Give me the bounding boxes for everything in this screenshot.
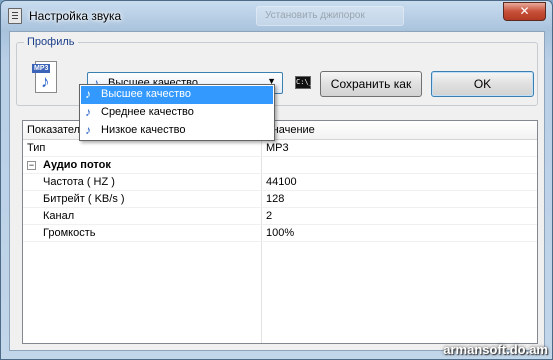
ok-button[interactable]: OK xyxy=(431,71,534,97)
table-row[interactable]: Тип MP3 xyxy=(23,140,537,157)
property-name: Битрейт ( KB/s ) xyxy=(43,193,125,205)
music-note-icon: ♪ xyxy=(41,72,50,91)
properties-table: Показател Значение Тип MP3 − Аудио поток… xyxy=(22,120,538,344)
column-header-property[interactable]: Показател xyxy=(27,124,80,136)
table-row[interactable]: Громкость 100% xyxy=(23,225,537,242)
watermark: armansoft.do.am xyxy=(443,342,548,357)
group-name: Аудио поток xyxy=(43,159,111,171)
command-line-icon[interactable]: C:\_ xyxy=(295,76,313,89)
music-note-icon: ♪ xyxy=(85,87,91,101)
mp3-file-icon: MP3 ♪ xyxy=(32,61,57,93)
dropdown-option-medium[interactable]: ♪ Среднее качество xyxy=(81,104,273,122)
option-label: Высшее качество xyxy=(101,88,192,100)
property-name: Канал xyxy=(43,210,75,222)
window-title: Настройка звука xyxy=(29,9,122,23)
app-icon xyxy=(8,8,22,24)
dropdown-option-high[interactable]: ♪ Высшее качество xyxy=(81,86,273,104)
table-row[interactable]: Канал 2 xyxy=(23,208,537,225)
dropdown-option-low[interactable]: ♪ Низкое качество xyxy=(81,122,273,140)
table-row[interactable]: Битрейт ( KB/s ) 128 xyxy=(23,191,537,208)
property-value: 44100 xyxy=(266,176,297,188)
property-name: Громкость xyxy=(43,227,96,239)
table-row[interactable]: Частота ( HZ ) 44100 xyxy=(23,174,537,191)
profile-dropdown-list: ♪ Высшее качество ♪ Среднее качество ♪ Н… xyxy=(79,84,275,141)
dialog-client-area: Профиль MP3 ♪ ♪ Высшее качество ▼ C:\_ С… xyxy=(9,31,545,351)
option-label: Среднее качество xyxy=(101,106,194,118)
property-value: 128 xyxy=(266,193,285,205)
collapse-icon[interactable]: − xyxy=(27,161,36,170)
property-value: 2 xyxy=(266,210,273,222)
property-name: Тип xyxy=(27,142,46,154)
save-as-button[interactable]: Сохранить как xyxy=(320,71,422,97)
option-label: Низкое качество xyxy=(101,124,186,136)
music-note-icon: ♪ xyxy=(85,105,91,119)
property-value: MP3 xyxy=(266,142,289,154)
table-group-row[interactable]: − Аудио поток xyxy=(23,157,537,174)
profile-group-label: Профиль xyxy=(24,36,78,48)
sound-settings-window: Настройка звука Установить джипорок ✕ Пр… xyxy=(0,0,553,360)
property-value: 100% xyxy=(266,227,295,239)
background-window-ghost: Установить джипорок xyxy=(256,6,404,26)
close-button[interactable]: ✕ xyxy=(503,2,546,21)
title-bar[interactable]: Настройка звука Установить джипорок ✕ xyxy=(1,1,552,31)
property-name: Частота ( HZ ) xyxy=(43,176,115,188)
music-note-icon: ♪ xyxy=(85,123,91,137)
